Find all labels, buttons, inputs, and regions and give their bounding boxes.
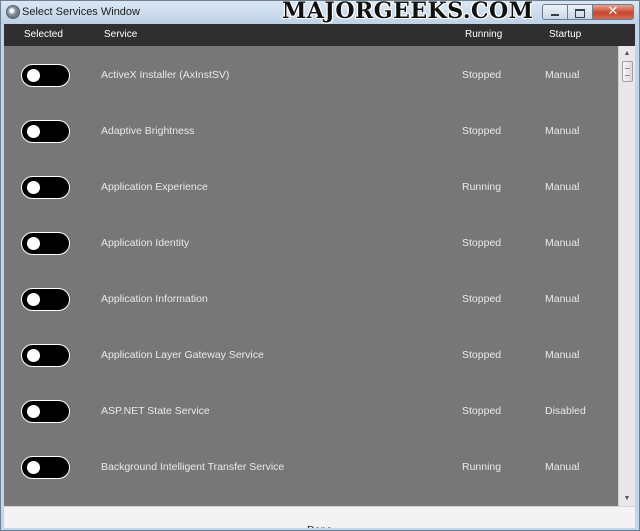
vertical-scrollbar[interactable]: ▲ ▼ <box>618 46 635 506</box>
toggle-knob <box>27 237 40 250</box>
scroll-down-arrow-icon[interactable]: ▼ <box>619 491 635 506</box>
running-status: Stopped <box>462 237 502 249</box>
running-status: Stopped <box>462 293 502 305</box>
column-header-startup[interactable]: Startup <box>549 29 581 40</box>
toggle-knob <box>27 349 40 362</box>
startup-type: Manual <box>545 237 580 249</box>
service-name: Application Layer Gateway Service <box>101 349 264 361</box>
title-bar[interactable]: Select Services Window MAJORGEEKS.COM ✕ <box>1 1 639 24</box>
maximize-icon <box>575 9 585 18</box>
column-header-running[interactable]: Running <box>465 29 502 40</box>
table-row: Application Identity Stopped Manual <box>4 214 618 270</box>
startup-type: Manual <box>545 69 580 81</box>
select-toggle[interactable] <box>21 400 70 423</box>
scroll-thumb[interactable] <box>622 61 633 82</box>
column-header-selected[interactable]: Selected <box>24 29 63 40</box>
app-icon <box>6 5 20 19</box>
table-row: Application Layer Gateway Service Stoppe… <box>4 326 618 382</box>
window-title: Select Services Window <box>22 6 140 18</box>
minimize-button[interactable] <box>542 4 567 20</box>
select-toggle[interactable] <box>21 64 70 87</box>
service-name: Application Information <box>101 293 208 305</box>
select-toggle[interactable] <box>21 176 70 199</box>
service-name: Adaptive Brightness <box>101 125 195 137</box>
minimize-icon <box>551 14 559 16</box>
window-controls: ✕ <box>542 4 634 21</box>
running-status: Stopped <box>462 405 502 417</box>
maximize-button[interactable] <box>567 4 592 20</box>
table-row: Adaptive Brightness Stopped Manual <box>4 102 618 158</box>
running-status: Stopped <box>462 125 502 137</box>
select-toggle[interactable] <box>21 456 70 479</box>
table-row: ActiveX Installer (AxInstSV) Stopped Man… <box>4 46 618 102</box>
select-toggle[interactable] <box>21 232 70 255</box>
toggle-knob <box>27 293 40 306</box>
startup-type: Manual <box>545 125 580 137</box>
column-header-service[interactable]: Service <box>104 29 137 40</box>
service-name: ASP.NET State Service <box>101 405 210 417</box>
scroll-up-arrow-icon[interactable]: ▲ <box>619 46 635 61</box>
toggle-knob <box>27 181 40 194</box>
table-row: Background Intelligent Transfer Service … <box>4 438 618 494</box>
service-name: Application Identity <box>101 237 190 249</box>
footer: Done <box>4 506 635 528</box>
service-name: Background Intelligent Transfer Service <box>101 461 285 473</box>
table-row: ASP.NET State Service Stopped Disabled <box>4 382 618 438</box>
table-row: Application Experience Running Manual <box>4 158 618 214</box>
select-toggle[interactable] <box>21 120 70 143</box>
majorgeeks-watermark: MAJORGEEKS.COM <box>282 0 534 24</box>
running-status: Running <box>462 461 502 473</box>
startup-type: Disabled <box>545 405 586 417</box>
running-status: Stopped <box>462 349 502 361</box>
close-icon: ✕ <box>607 4 619 19</box>
table-header: Selected Service Running Startup <box>4 24 635 46</box>
running-status: Stopped <box>462 69 502 81</box>
toggle-knob <box>27 405 40 418</box>
service-name: Application Experience <box>101 181 208 193</box>
select-services-window: Select Services Window MAJORGEEKS.COM ✕ … <box>0 0 640 531</box>
services-panel: Selected Service Running Startup ActiveX… <box>4 24 635 528</box>
service-name: ActiveX Installer (AxInstSV) <box>101 69 230 81</box>
select-toggle[interactable] <box>21 344 70 367</box>
startup-type: Manual <box>545 349 580 361</box>
toggle-knob <box>27 69 40 82</box>
close-button[interactable]: ✕ <box>592 4 634 20</box>
toggle-knob <box>27 461 40 474</box>
startup-type: Manual <box>545 181 580 193</box>
startup-type: Manual <box>545 461 580 473</box>
table-row: Application Information Stopped Manual <box>4 270 618 326</box>
startup-type: Manual <box>545 293 580 305</box>
running-status: Running <box>462 181 502 193</box>
grip-icon <box>625 68 630 76</box>
done-button[interactable]: Done <box>4 507 635 528</box>
select-toggle[interactable] <box>21 288 70 311</box>
toggle-knob <box>27 125 40 138</box>
